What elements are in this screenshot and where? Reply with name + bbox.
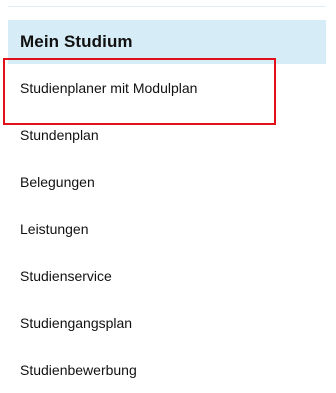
menu-list: Studienplaner mit Modulplan Stundenplan …	[8, 64, 326, 393]
menu-item-studienplaner[interactable]: Studienplaner mit Modulplan	[8, 64, 326, 111]
top-divider	[8, 6, 326, 7]
menu-item-studiengangsplan[interactable]: Studiengangsplan	[8, 299, 326, 346]
menu-item-label: Studiengangsplan	[20, 314, 133, 331]
menu-item-label: Leistungen	[20, 220, 89, 237]
menu-item-leistungen[interactable]: Leistungen	[8, 205, 326, 252]
menu-item-label: Belegungen	[20, 173, 95, 190]
menu-item-stundenplan[interactable]: Stundenplan	[8, 111, 326, 158]
menu-item-label: Stundenplan	[20, 126, 99, 143]
menu-item-label: Studienbewerbung	[20, 361, 137, 378]
menu-title: Mein Studium	[20, 32, 133, 51]
menu-item-studienservice[interactable]: Studienservice	[8, 252, 326, 299]
menu-item-label: Studienplaner mit Modulplan	[20, 79, 198, 96]
menu-header[interactable]: Mein Studium	[8, 20, 326, 64]
mein-studium-menu: Mein Studium Studienplaner mit Modulplan…	[8, 20, 326, 393]
menu-item-studienbewerbung[interactable]: Studienbewerbung	[8, 346, 326, 393]
menu-item-belegungen[interactable]: Belegungen	[8, 158, 326, 205]
menu-item-label: Studienservice	[20, 267, 112, 284]
